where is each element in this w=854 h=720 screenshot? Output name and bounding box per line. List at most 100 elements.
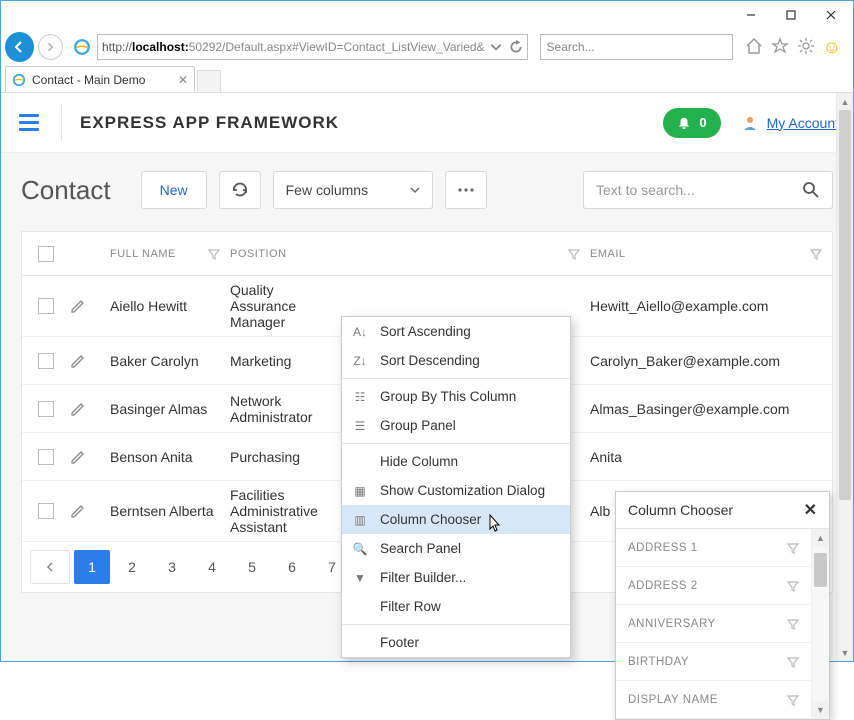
dialog-icon: ▦ [352, 483, 368, 499]
pencil-icon[interactable] [70, 503, 86, 519]
pencil-icon[interactable] [70, 353, 86, 369]
search-icon: 🔍 [352, 541, 368, 557]
browser-navbar: http:// localhost: 50292/Default.aspx#Vi… [1, 29, 853, 65]
cell-fullname: Benson Anita [110, 449, 230, 465]
account-label: My Account [767, 115, 839, 131]
nav-back-button[interactable] [5, 32, 34, 62]
filter-icon[interactable] [208, 248, 220, 260]
home-icon[interactable] [745, 37, 763, 55]
search-placeholder: Search... [547, 40, 595, 54]
pager-prev-button[interactable] [30, 550, 70, 584]
menu-footer[interactable]: Footer [342, 628, 570, 657]
menu-filter-row[interactable]: Filter Row [342, 592, 570, 621]
app-viewport: EXPRESS APP FRAMEWORK 0 My Account Conta… [1, 93, 853, 661]
scrollbar-thumb[interactable] [814, 553, 827, 587]
column-chooser-title: Column Chooser [628, 502, 733, 518]
filter-icon[interactable] [787, 542, 799, 554]
pager-page[interactable]: 5 [234, 550, 270, 584]
menu-sort-ascending[interactable]: A↓Sort Ascending [342, 317, 570, 346]
row-checkbox[interactable] [38, 298, 54, 314]
select-all-checkbox[interactable] [38, 246, 54, 262]
sort-asc-icon: A↓ [352, 324, 368, 340]
avatar-icon [741, 114, 759, 132]
nav-forward-button[interactable] [38, 34, 63, 60]
row-checkbox[interactable] [38, 503, 54, 519]
cell-email: Carolyn_Baker@example.com [590, 353, 832, 369]
column-chooser-item[interactable]: ANNIVERSARY [616, 605, 811, 643]
browser-search-input[interactable]: Search... [540, 34, 733, 60]
window-titlebar [1, 1, 853, 29]
chevron-down-icon[interactable] [489, 40, 503, 54]
gear-icon[interactable] [797, 37, 815, 55]
filter-icon[interactable] [787, 618, 799, 630]
filter-icon[interactable] [568, 248, 580, 260]
menu-search-panel[interactable]: 🔍Search Panel [342, 534, 570, 563]
address-bar[interactable]: http:// localhost: 50292/Default.aspx#Vi… [97, 34, 528, 60]
ie-icon [73, 38, 91, 56]
menu-hide-column[interactable]: Hide Column [342, 447, 570, 476]
window-close-button[interactable] [811, 3, 851, 27]
row-checkbox[interactable] [38, 353, 54, 369]
filter-icon[interactable] [787, 580, 799, 592]
smiley-icon[interactable]: ☺ [823, 37, 841, 58]
scrollbar-thumb[interactable] [839, 110, 851, 500]
window-maximize-button[interactable] [771, 3, 811, 27]
column-header-fullname[interactable]: FULL NAME [110, 248, 230, 260]
column-chooser-item[interactable]: ADDRESS 2 [616, 567, 811, 605]
scroll-down-icon[interactable]: ▼ [837, 644, 853, 661]
menu-sort-descending[interactable]: Z↓Sort Descending [342, 346, 570, 375]
pager-page[interactable]: 1 [74, 550, 110, 584]
menu-group-by-column[interactable]: ☷Group By This Column [342, 382, 570, 411]
ie-icon [12, 73, 26, 87]
filter-icon[interactable] [810, 248, 822, 260]
menu-filter-builder[interactable]: ▼Filter Builder... [342, 563, 570, 592]
my-account-link[interactable]: My Account [741, 114, 839, 132]
window-minimize-button[interactable] [731, 3, 771, 27]
view-dropdown[interactable]: Few columns [273, 171, 433, 209]
pager-page[interactable]: 3 [154, 550, 190, 584]
chevron-down-icon [410, 185, 420, 195]
menu-show-customization[interactable]: ▦Show Customization Dialog [342, 476, 570, 505]
scroll-down-icon[interactable]: ▼ [812, 701, 829, 719]
scroll-up-icon[interactable]: ▲ [837, 93, 853, 110]
column-chooser-close-button[interactable]: ✕ [804, 500, 817, 520]
scroll-up-icon[interactable]: ▲ [812, 529, 829, 547]
row-checkbox[interactable] [38, 449, 54, 465]
search-input[interactable]: Text to search... [583, 171, 833, 209]
column-chooser-scrollbar[interactable]: ▲ ▼ [811, 529, 829, 719]
column-chooser-item[interactable]: DISPLAY NAME [616, 681, 811, 719]
column-header-position[interactable]: POSITION [230, 248, 350, 260]
column-chooser-item[interactable]: BIRTHDAY [616, 643, 811, 681]
view-dropdown-label: Few columns [286, 182, 368, 198]
browser-tab[interactable]: Contact - Main Demo ✕ [5, 66, 195, 92]
group-icon: ☷ [352, 389, 368, 405]
app-vertical-scrollbar[interactable]: ▲ ▼ [836, 93, 853, 661]
refresh-icon[interactable] [509, 40, 523, 54]
row-checkbox[interactable] [38, 401, 54, 417]
column-header-email[interactable]: EMAIL [590, 248, 832, 260]
menu-column-chooser[interactable]: ▥Column Chooser [342, 505, 570, 534]
cell-email: Almas_Basinger@example.com [590, 401, 832, 417]
tab-close-icon[interactable]: ✕ [178, 73, 188, 87]
column-chooser-item[interactable]: ADDRESS 1 [616, 529, 811, 567]
star-icon[interactable] [771, 37, 789, 55]
edit-cell [70, 298, 110, 314]
filter-icon[interactable] [787, 694, 799, 706]
pencil-icon[interactable] [70, 298, 86, 314]
pencil-icon[interactable] [70, 449, 86, 465]
pager-page[interactable]: 2 [114, 550, 150, 584]
pager-page[interactable]: 6 [274, 550, 310, 584]
new-button[interactable]: New [141, 171, 207, 209]
cursor-pointer-icon [484, 513, 504, 537]
more-actions-button[interactable] [445, 171, 487, 209]
notifications-badge[interactable]: 0 [663, 108, 720, 138]
pencil-icon[interactable] [70, 401, 86, 417]
menu-group-panel[interactable]: ☰Group Panel [342, 411, 570, 440]
new-tab-button[interactable] [197, 70, 221, 92]
refresh-button[interactable] [219, 171, 261, 209]
pager-page[interactable]: 4 [194, 550, 230, 584]
hamburger-button[interactable] [15, 109, 43, 137]
blank-icon [352, 599, 368, 615]
cell-position: Marketing [230, 353, 350, 369]
cell-position: Quality Assurance Manager [230, 282, 350, 330]
